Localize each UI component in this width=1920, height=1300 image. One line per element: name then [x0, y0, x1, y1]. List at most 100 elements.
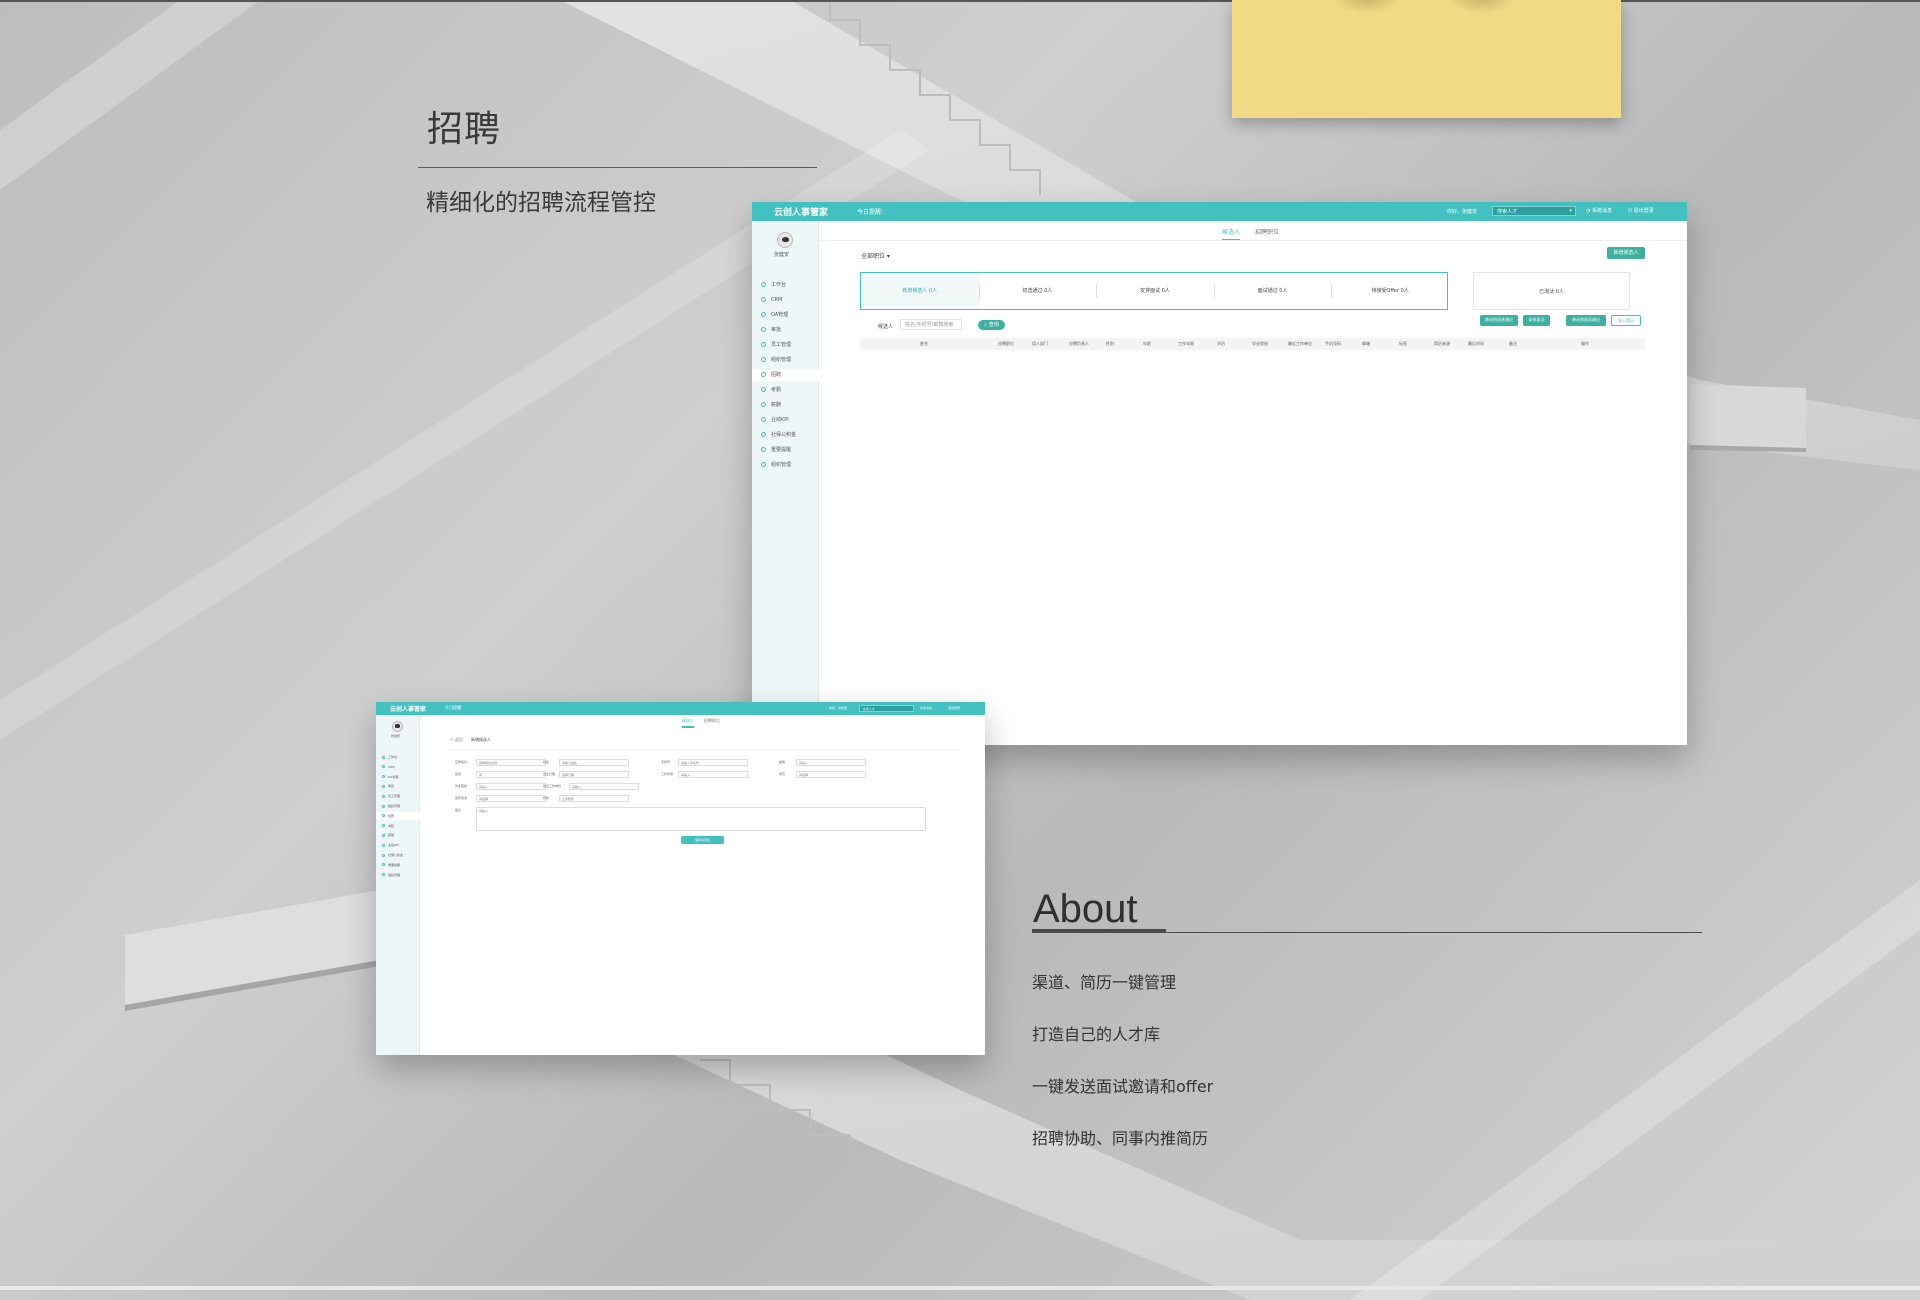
stage-separator [1096, 284, 1098, 298]
sidebar-item-label: 薪酬 [771, 402, 782, 408]
sidebar-item[interactable]: 组织管理 [752, 354, 819, 366]
action-button[interactable]: 移动到初选通过 [1480, 315, 1518, 326]
column-header: 操作 [1581, 341, 1589, 346]
sidebar-item-label: 社保公积金 [388, 853, 404, 857]
sidebar-item[interactable]: 工作台 [752, 279, 819, 291]
sidebar-item[interactable]: 考勤 [752, 384, 819, 396]
pipeline-stage[interactable]: 面试通过 0人 [1214, 273, 1332, 309]
sidebar-item[interactable]: OA管理 [752, 309, 819, 321]
app-logo[interactable]: 云创人事管家 [390, 704, 426, 713]
sidebar-item[interactable]: 社保公积金 [752, 429, 819, 441]
tab-candidates[interactable]: 候选人 [682, 718, 694, 728]
action-button[interactable]: 导入简历 [1611, 315, 1641, 326]
action-button[interactable]: 安排面试 [1523, 315, 1550, 326]
sidebar-item[interactable]: 组织管理 [752, 459, 819, 471]
today-reminder[interactable]: 今日提醒: [445, 705, 462, 711]
form-field-input[interactable]: 上传附件 [559, 795, 629, 802]
sidebar-item-label: 招聘 [771, 372, 782, 378]
sidebar-item[interactable]: 员工管理 [752, 339, 819, 351]
tab-candidates[interactable]: 候选人 [1222, 227, 1241, 241]
form-field-input[interactable]: 请输入 [796, 759, 866, 766]
form-field-input[interactable]: 选择日期 [559, 771, 629, 778]
action-button[interactable]: 移动到面试通过 [1566, 315, 1606, 326]
pipeline-stage[interactable]: 初选通过 0人 [979, 273, 1097, 309]
note-shadow-left [1332, 0, 1402, 14]
logout-link[interactable]: 退出登录 [948, 706, 960, 710]
pipeline-stage[interactable]: 新增候选人 0人 [861, 273, 979, 309]
sidebar-item-label: 重要提醒 [388, 862, 401, 867]
column-header: 姓名 [920, 341, 928, 346]
sidebar-item[interactable]: 招聘 [376, 811, 420, 820]
pipeline-stage[interactable]: 安排面试 0人 [1096, 273, 1214, 309]
form-field-input[interactable]: 招聘职位名称 [476, 759, 546, 766]
sidebar-item[interactable]: 重要提醒 [752, 444, 819, 456]
position-filter[interactable]: 全部职位 ▾ [861, 251, 890, 260]
sidebar-item-label: 员工管理 [771, 342, 792, 348]
candidate-search-input[interactable]: 姓名/手机号/邮箱搜索 [900, 319, 962, 330]
talent-search-input[interactable]: 搜索人才 ▾ [1492, 206, 1576, 216]
top-bar: 云创人事管家 今日提醒: 你好，张健安 搜索人才 系统消息 退出登录 [376, 702, 985, 715]
menu-icon [382, 804, 385, 808]
form-field-input[interactable]: 请输入手机号 [678, 759, 748, 766]
sidebar-item[interactable]: OA管理 [376, 773, 420, 781]
sidebar-item-label: OA管理 [771, 312, 789, 318]
new-candidate-window: 云创人事管家 今日提醒: 你好，张健安 搜索人才 系统消息 退出登录 张健安 工… [376, 702, 985, 1055]
sidebar-item[interactable]: 重要提醒 [376, 861, 420, 869]
sidebar-item[interactable]: 组织管理 [376, 802, 420, 810]
form-field-input[interactable]: 请输入 [678, 771, 748, 778]
tab-positions[interactable]: 招聘职位 [704, 718, 720, 724]
sidebar-item[interactable]: 薪酬 [376, 831, 420, 839]
sidebar-item[interactable]: 审批 [752, 324, 819, 336]
power-icon: ⏻ [1628, 208, 1632, 214]
sidebar-item[interactable]: CRM [376, 763, 420, 771]
notice-link[interactable]: 系统消息 [920, 706, 932, 710]
column-header: 应聘职位 [998, 341, 1014, 346]
eliminated-box[interactable]: 已淘汰 0人 [1473, 272, 1630, 310]
avatar[interactable] [777, 232, 793, 248]
sidebar-item[interactable]: 员工管理 [376, 792, 420, 800]
avatar[interactable] [392, 721, 403, 732]
form-field-input[interactable]: 男 [476, 771, 546, 778]
form-field-input[interactable]: 请选择 [796, 771, 866, 778]
tab-positions[interactable]: 招聘职位 [1255, 227, 1279, 236]
sidebar-item[interactable]: 社保公积金 [376, 851, 420, 859]
column-header: 年龄 [1143, 341, 1151, 346]
add-candidate-button[interactable]: 新增候选人 [1607, 247, 1645, 259]
menu-icon [761, 462, 766, 467]
field-label: 工作年限 [661, 772, 674, 776]
form-field-input[interactable]: 请输入 [569, 783, 639, 790]
talent-search-input[interactable]: 搜索人才 [859, 705, 914, 712]
logout-link[interactable]: ⏻ 退出登录 [1628, 207, 1654, 214]
sidebar-item[interactable]: 薪酬 [752, 399, 819, 411]
back-link[interactable]: < 返回 [450, 737, 463, 743]
pipeline-stage[interactable]: 待接受Offer 0人 [1331, 273, 1449, 309]
field-label: 邮箱 [779, 760, 786, 764]
section-subtitle: 精细化的招聘流程管控 [426, 190, 656, 216]
app-logo[interactable]: 云创人事管家 [774, 205, 828, 218]
sidebar-item[interactable]: CRM [752, 294, 819, 306]
sidebar-item[interactable]: 审批 [376, 782, 420, 790]
menu-icon [761, 372, 766, 377]
sidebar-item[interactable]: 招聘 [752, 369, 819, 381]
sidebar-item[interactable]: 业绩KPI [376, 841, 420, 849]
stage-separator [1213, 284, 1215, 298]
menu-icon [382, 814, 385, 818]
sidebar-item[interactable]: 业绩KPI [752, 414, 819, 426]
top-bar: 云创人事管家 今日提醒: 你好，张健安 搜索人才 ▾ ◔ 系统消息 ⏻ 退出登录 [752, 202, 1687, 221]
sidebar-item-label: OA管理 [388, 774, 399, 779]
search-icon: ⌕ [984, 322, 988, 328]
query-button[interactable]: ⌕ 查询 [978, 320, 1005, 330]
notice-link[interactable]: ◔ 系统消息 [1586, 207, 1612, 214]
save-button[interactable]: 保存并添加 [681, 836, 724, 844]
column-header: 性别 [1106, 341, 1114, 346]
today-reminder[interactable]: 今日提醒: [857, 207, 883, 216]
form-field-input[interactable]: 请输入 [476, 807, 926, 831]
column-header: 学历 [1217, 341, 1225, 346]
sidebar-item[interactable]: 考勤 [376, 822, 420, 830]
form-field-input[interactable]: 请输入姓名 [559, 759, 629, 766]
form-field-input[interactable]: 请选择 [476, 795, 546, 802]
form-field-input[interactable]: 请输入 [476, 783, 546, 790]
sidebar-item[interactable]: 工作台 [376, 753, 420, 761]
sidebar-item[interactable]: 组织管理 [376, 871, 420, 879]
stage-separator [1331, 284, 1333, 298]
